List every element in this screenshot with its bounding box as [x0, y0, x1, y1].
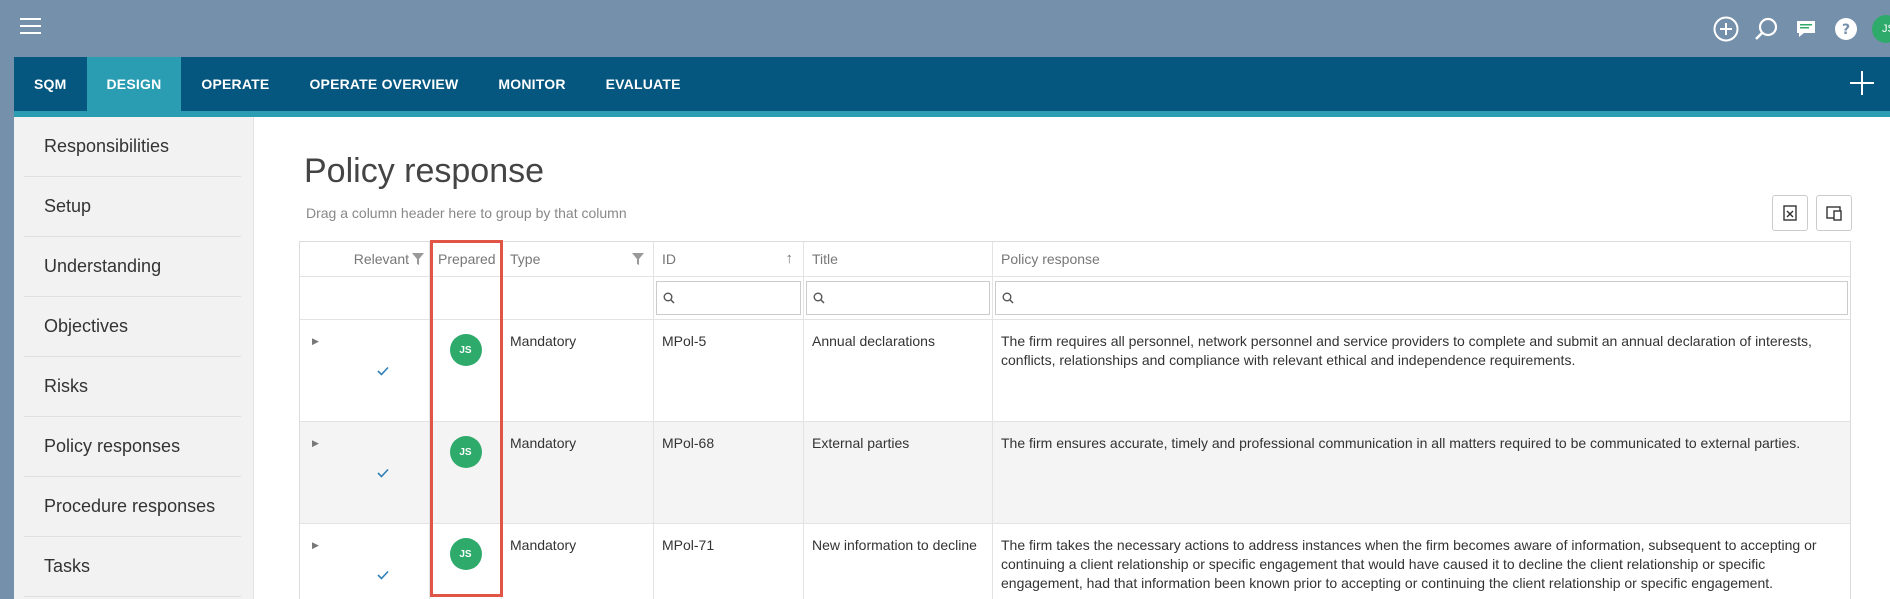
prepared-avatar[interactable]: JS	[449, 436, 482, 468]
search-icon	[1002, 292, 1014, 304]
export-excel-button[interactable]	[1772, 195, 1808, 231]
type-cell: Mandatory	[502, 422, 654, 523]
sidebar-item-policy-responses[interactable]: Policy responses	[24, 417, 241, 477]
nav-operate[interactable]: OPERATE	[181, 57, 289, 111]
column-chooser-button[interactable]	[1816, 195, 1852, 231]
checkmark-icon[interactable]	[376, 364, 390, 378]
filter-cell-empty	[430, 277, 502, 319]
expand-row-icon[interactable]: ▶	[312, 536, 319, 555]
policy-response-cell: The firm takes the necessary actions to …	[1001, 537, 1817, 591]
prepared-avatar[interactable]: JS	[449, 538, 482, 570]
relevant-cell: ▶	[300, 524, 430, 599]
sidebar: Responsibilities Setup Understanding Obj…	[14, 117, 254, 599]
search-icon	[663, 292, 675, 304]
id-cell: MPol-71	[654, 524, 804, 599]
sidebar-item-responsibilities[interactable]: Responsibilities	[24, 117, 241, 177]
column-header-id[interactable]: ID ↑	[654, 242, 804, 276]
title-cell: External parties	[804, 422, 993, 523]
title-cell: New information to decline	[804, 524, 993, 599]
sidebar-item-setup[interactable]: Setup	[24, 177, 241, 237]
nav-evaluate[interactable]: EVALUATE	[586, 57, 701, 111]
table-row[interactable]: ▶ JS Mandatory MPol-71 New information t…	[300, 524, 1850, 599]
export-icon	[1783, 205, 1797, 221]
filter-icon[interactable]	[411, 252, 425, 266]
sidebar-item-objectives[interactable]: Objectives	[24, 297, 241, 357]
policy-response-cell: The firm requires all personnel, network…	[1001, 333, 1812, 368]
filter-policy-response-cell	[993, 277, 1850, 319]
relevant-cell: ▶	[300, 422, 430, 523]
svg-text:?: ?	[1842, 22, 1850, 38]
filter-icon[interactable]	[631, 252, 645, 266]
filter-id-input[interactable]	[656, 281, 801, 315]
chat-icon[interactable]	[1792, 15, 1820, 43]
prepared-cell: JS	[430, 320, 502, 421]
expand-row-icon[interactable]: ▶	[312, 434, 319, 453]
filter-title-cell	[804, 277, 993, 319]
filter-cell-empty	[502, 277, 654, 319]
sort-ascending-icon[interactable]: ↑	[786, 250, 794, 267]
add-circle-icon[interactable]	[1712, 15, 1740, 43]
sidebar-item-risks[interactable]: Risks	[24, 357, 241, 417]
top-icons: ? JS	[1712, 0, 1890, 57]
column-header-type[interactable]: Type	[502, 242, 654, 276]
checkmark-icon[interactable]	[376, 466, 390, 480]
main-nav: SQM DESIGN OPERATE OPERATE OVERVIEW MONI…	[14, 57, 1890, 117]
column-label: Type	[510, 251, 541, 267]
nav-operate-overview[interactable]: OPERATE OVERVIEW	[289, 57, 478, 111]
column-chooser-icon	[1826, 206, 1842, 221]
column-label: Policy response	[1001, 251, 1100, 267]
filter-id-cell	[654, 277, 804, 319]
nav-sqm[interactable]: SQM	[14, 57, 87, 111]
hamburger-menu-icon[interactable]	[20, 18, 41, 34]
column-header-policy-response[interactable]: Policy response	[993, 242, 1850, 276]
main-content: Policy response Drag a column header her…	[254, 117, 1890, 599]
filter-cell-empty	[300, 277, 430, 319]
grid-header: Relevant Prepared Type ID ↑ Title Policy…	[300, 242, 1850, 277]
checkmark-icon[interactable]	[376, 568, 390, 582]
help-icon[interactable]: ?	[1832, 15, 1860, 43]
expand-row-icon[interactable]: ▶	[312, 332, 319, 351]
sidebar-item-tasks[interactable]: Tasks	[24, 537, 241, 597]
column-header-prepared[interactable]: Prepared	[430, 242, 502, 276]
type-cell: Mandatory	[502, 320, 654, 421]
page-title: Policy response	[304, 152, 545, 190]
relevant-cell: ▶	[300, 320, 430, 421]
title-cell: Annual declarations	[804, 320, 993, 421]
group-by-hint: Drag a column header here to group by th…	[306, 205, 627, 221]
id-cell: MPol-5	[654, 320, 804, 421]
id-cell: MPol-68	[654, 422, 804, 523]
nav-monitor[interactable]: MONITOR	[478, 57, 585, 111]
column-header-relevant[interactable]: Relevant	[300, 242, 430, 276]
column-label: ID	[662, 251, 676, 267]
column-label: Prepared	[438, 251, 496, 267]
sidebar-item-procedure-responses[interactable]: Procedure responses	[24, 477, 241, 537]
top-bar: ? JS	[0, 0, 1890, 57]
type-cell: Mandatory	[502, 524, 654, 599]
prepared-cell: JS	[430, 422, 502, 523]
policy-response-grid: Relevant Prepared Type ID ↑ Title Policy…	[299, 241, 1851, 599]
search-icon[interactable]	[1752, 15, 1780, 43]
filter-title-input[interactable]	[806, 281, 990, 315]
filter-row	[300, 277, 1850, 320]
prepared-avatar[interactable]: JS	[449, 334, 482, 366]
policy-response-cell: The firm ensures accurate, timely and pr…	[1001, 435, 1801, 451]
nav-design[interactable]: DESIGN	[86, 57, 182, 111]
search-icon	[813, 292, 825, 304]
column-header-title[interactable]: Title	[804, 242, 993, 276]
column-label: Title	[812, 251, 838, 267]
prepared-cell: JS	[430, 524, 502, 599]
add-icon[interactable]	[1848, 69, 1876, 97]
column-label: Relevant	[353, 251, 409, 267]
table-row[interactable]: ▶ JS Mandatory MPol-5 Annual declaration…	[300, 320, 1850, 422]
table-row[interactable]: ▶ JS Mandatory MPol-68 External parties …	[300, 422, 1850, 524]
filter-policy-response-input[interactable]	[995, 281, 1848, 315]
user-avatar[interactable]: JS	[1872, 14, 1890, 43]
sidebar-item-understanding[interactable]: Understanding	[24, 237, 241, 297]
